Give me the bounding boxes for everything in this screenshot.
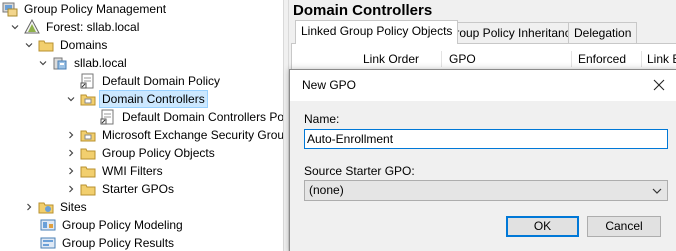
sites-icon xyxy=(38,199,54,215)
chevron-right-icon[interactable] xyxy=(66,129,76,141)
results-icon xyxy=(40,235,56,251)
tree-item-label: Group Policy Management xyxy=(24,2,167,16)
tab-delegation[interactable]: Delegation xyxy=(568,22,638,43)
tab-linked-gpos[interactable]: Linked Group Policy Objects xyxy=(295,20,459,44)
page-title: Domain Controllers xyxy=(293,2,433,19)
modeling-icon xyxy=(40,217,56,233)
column-divider[interactable] xyxy=(571,51,572,67)
gpo-link-icon xyxy=(80,73,96,89)
tree-item-label: Microsoft Exchange Security Group xyxy=(102,128,283,142)
chevron-down-icon[interactable] xyxy=(38,57,48,69)
chevron-down-icon xyxy=(652,185,662,195)
column-header-link-enabled[interactable]: Link E xyxy=(647,52,676,66)
tree-item-forest[interactable]: Forest: sllab.local xyxy=(10,18,141,36)
tree-item-exchange-security-group[interactable]: Microsoft Exchange Security Group xyxy=(66,126,283,144)
tree-item-starter-gpos[interactable]: Starter GPOs xyxy=(66,180,176,198)
column-divider[interactable] xyxy=(441,51,442,67)
chevron-down-icon[interactable] xyxy=(24,39,34,51)
tree-item-label: Group Policy Modeling xyxy=(62,218,183,232)
tree-item-label: Group Policy Objects xyxy=(102,146,215,160)
ok-button[interactable]: OK xyxy=(506,216,579,237)
chevron-down-icon[interactable] xyxy=(66,93,76,105)
folder-icon xyxy=(80,163,96,179)
column-header-enforced[interactable]: Enforced xyxy=(578,52,626,66)
dialog-titlebar[interactable]: New GPO xyxy=(290,70,676,101)
chevron-right-icon[interactable] xyxy=(24,201,34,213)
tree-item-label: Starter GPOs xyxy=(102,182,175,196)
tree-item-group-policy-management[interactable]: Group Policy Management xyxy=(2,0,168,18)
navigation-tree: Group Policy Management Forest: sllab.lo… xyxy=(0,0,283,251)
tree-item-label: sllab.local xyxy=(74,56,127,70)
tree-item-label: WMI Filters xyxy=(102,164,163,178)
tab-inheritance[interactable]: Group Policy Inheritance xyxy=(440,22,584,43)
chevron-right-icon[interactable] xyxy=(66,165,76,177)
starter-gpo-select[interactable]: (none) xyxy=(304,180,668,201)
ou-folder-icon xyxy=(80,91,96,107)
tree-item-label: Forest: sllab.local xyxy=(46,20,140,34)
gpo-link-icon xyxy=(100,109,116,125)
folder-icon xyxy=(38,37,54,53)
chevron-down-icon[interactable] xyxy=(10,21,20,33)
tree-item-label: Sites xyxy=(60,200,87,214)
tree-item-group-policy-objects[interactable]: Group Policy Objects xyxy=(66,144,217,162)
tree-item-wmi-filters[interactable]: WMI Filters xyxy=(66,162,165,180)
tree-item-label: Group Policy Results xyxy=(62,236,175,250)
dialog-title: New GPO xyxy=(302,78,357,92)
tree-item-domain-sllab[interactable]: sllab.local xyxy=(38,54,129,72)
cancel-button[interactable]: Cancel xyxy=(587,216,661,237)
name-input[interactable] xyxy=(304,129,668,149)
folder-icon xyxy=(80,145,96,161)
column-divider[interactable] xyxy=(641,51,642,67)
tree-item-group-policy-modeling[interactable]: Group Policy Modeling xyxy=(38,216,185,234)
tree-item-default-dc-policy[interactable]: Default Domain Controllers Po xyxy=(100,108,283,126)
tree-item-label: Domains xyxy=(60,38,108,52)
starter-gpo-value: (none) xyxy=(309,183,344,197)
starter-gpo-label: Source Starter GPO: xyxy=(304,164,415,178)
column-header-link-order[interactable]: Link Order xyxy=(363,52,419,66)
domain-icon xyxy=(52,55,68,71)
close-icon[interactable] xyxy=(647,74,671,96)
tree-item-label: Default Domain Controllers Po xyxy=(122,110,283,124)
folder-icon xyxy=(80,181,96,197)
column-header-gpo[interactable]: GPO xyxy=(449,52,476,66)
ou-folder-icon xyxy=(80,127,96,143)
forest-icon xyxy=(24,18,40,35)
tree-item-domains[interactable]: Domains xyxy=(24,36,109,54)
gpmc-icon xyxy=(2,1,18,17)
name-label: Name: xyxy=(304,112,340,126)
tree-item-label: Default Domain Policy xyxy=(102,74,221,88)
tree-item-sites[interactable]: Sites xyxy=(24,198,89,216)
tree-item-group-policy-results[interactable]: Group Policy Results xyxy=(38,234,176,251)
new-gpo-dialog: New GPO Name: Source Starter GPO: (none)… xyxy=(289,69,676,251)
tree-item-default-domain-policy[interactable]: Default Domain Policy xyxy=(66,72,222,90)
tree-item-domain-controllers[interactable]: Domain Controllers xyxy=(66,90,208,108)
chevron-right-icon[interactable] xyxy=(66,147,76,159)
tree-item-label: Domain Controllers xyxy=(99,90,208,108)
chevron-right-icon[interactable] xyxy=(66,183,76,195)
